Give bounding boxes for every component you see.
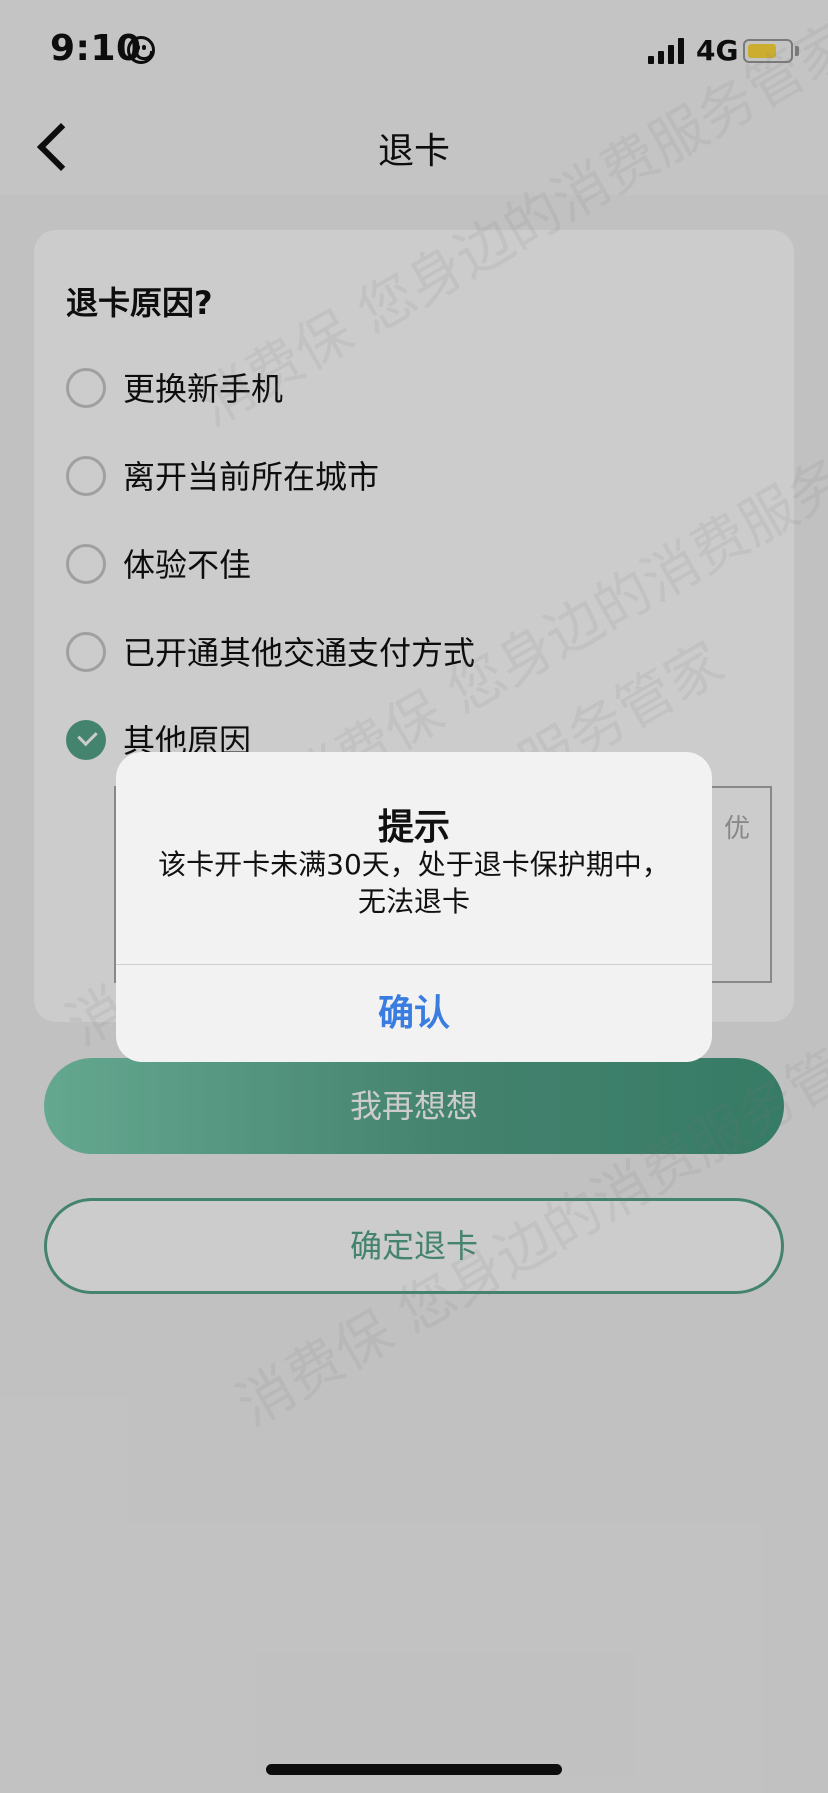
dialog-message: 该卡开卡未满30天，处于退卡保护期中，无法退卡 <box>158 848 670 918</box>
dialog-confirm-button[interactable]: 确认 <box>116 965 712 1062</box>
dialog-title: 提示 <box>377 807 450 848</box>
alert-dialog: 提示 该卡开卡未满30天，处于退卡保护期中，无法退卡 确认 <box>116 752 712 1062</box>
